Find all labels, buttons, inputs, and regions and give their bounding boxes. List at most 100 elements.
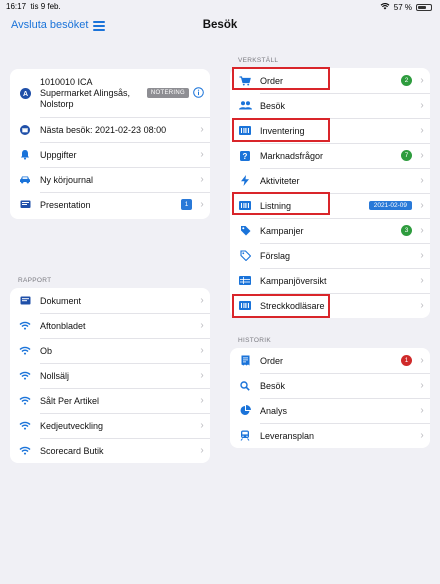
chevron-right-icon: › bbox=[200, 395, 204, 406]
rapport-item-dokument[interactable]: Dokument › bbox=[10, 288, 210, 313]
chevron-right-icon: › bbox=[420, 175, 424, 186]
chevron-right-icon: › bbox=[200, 149, 204, 160]
wifi-report-icon bbox=[10, 446, 40, 455]
cart-icon bbox=[230, 75, 260, 86]
search-icon bbox=[230, 380, 260, 391]
verkstall-card: Order 2 › Besök › Inventering › ? Markna… bbox=[230, 68, 430, 318]
action-order[interactable]: Order 2 › bbox=[230, 68, 430, 93]
wifi-report-icon bbox=[10, 396, 40, 405]
presentation-count-badge: 1 bbox=[181, 199, 192, 210]
document-icon bbox=[10, 296, 40, 305]
question-icon: ? bbox=[230, 150, 260, 161]
action-listning[interactable]: Listning 2021-02-09 › bbox=[230, 193, 430, 218]
barcode-icon bbox=[230, 126, 260, 135]
note-badge[interactable]: NOTERING bbox=[146, 88, 189, 98]
action-aktiviteter[interactable]: Aktiviteter › bbox=[230, 168, 430, 193]
chevron-right-icon: › bbox=[420, 100, 424, 111]
car-icon bbox=[10, 175, 40, 184]
action-inventering[interactable]: Inventering › bbox=[230, 118, 430, 143]
customer-card: A 1010010 ICA Supermarket Alingsås, Nols… bbox=[10, 69, 210, 219]
status-time: 16:17 tis 9 feb. bbox=[6, 2, 61, 11]
barcode-icon bbox=[230, 201, 260, 210]
chevron-right-icon: › bbox=[420, 75, 424, 86]
wifi-report-icon bbox=[10, 346, 40, 355]
new-drivers-log-row[interactable]: Ny körjournal › bbox=[10, 167, 210, 192]
rapport-card: Dokument › Aftonbladet › Ob › Nollsälj ›… bbox=[10, 288, 210, 463]
page-title: Besök bbox=[202, 19, 238, 31]
next-visit-row[interactable]: Nästa besök: 2021-02-23 08:00 › bbox=[10, 117, 210, 142]
history-leveransplan[interactable]: Leveransplan › bbox=[230, 423, 430, 448]
chevron-right-icon: › bbox=[200, 295, 204, 306]
status-right: 57 % bbox=[380, 2, 432, 12]
rapport-item-ob[interactable]: Ob › bbox=[10, 338, 210, 363]
rapport-item-nollsalj[interactable]: Nollsälj › bbox=[10, 363, 210, 388]
chevron-right-icon: › bbox=[200, 420, 204, 431]
chevron-right-icon: › bbox=[200, 370, 204, 381]
presentation-icon bbox=[10, 200, 40, 209]
table-icon bbox=[230, 276, 260, 285]
history-order[interactable]: Order 1 › bbox=[230, 348, 430, 373]
verkstall-header: VERKSTÄLL bbox=[238, 57, 279, 64]
action-streckkodlasare[interactable]: Streckkodläsare › bbox=[230, 293, 430, 318]
listning-date-badge: 2021-02-09 bbox=[368, 201, 412, 210]
info-icon[interactable] bbox=[193, 86, 204, 100]
chevron-right-icon: › bbox=[420, 275, 424, 286]
tasks-row[interactable]: Uppgifter › bbox=[10, 142, 210, 167]
customer-a-icon: A bbox=[10, 87, 40, 99]
chevron-right-icon: › bbox=[420, 300, 424, 311]
navigation-bar: Avsluta besöket Besök bbox=[0, 14, 440, 38]
chevron-right-icon: › bbox=[420, 200, 424, 211]
rapport-item-salt-per-artikel[interactable]: Sålt Per Artikel › bbox=[10, 388, 210, 413]
kampanjer-count-badge: 3 bbox=[401, 225, 412, 236]
status-bar: 16:17 tis 9 feb. 57 % bbox=[0, 0, 440, 14]
tag-icon bbox=[230, 225, 260, 236]
chevron-right-icon: › bbox=[200, 174, 204, 185]
calendar-icon bbox=[10, 124, 40, 135]
wifi-report-icon bbox=[10, 421, 40, 430]
chevron-right-icon: › bbox=[420, 405, 424, 416]
receipt-icon bbox=[230, 355, 260, 366]
bell-icon bbox=[10, 149, 40, 160]
rapport-item-scorecard-butik[interactable]: Scorecard Butik › bbox=[10, 438, 210, 463]
wifi-report-icon bbox=[10, 371, 40, 380]
history-besok[interactable]: Besök › bbox=[230, 373, 430, 398]
historik-card: Order 1 › Besök › Analys › Leveransplan … bbox=[230, 348, 430, 448]
svg-text:?: ? bbox=[243, 152, 248, 161]
chevron-right-icon: › bbox=[200, 445, 204, 456]
chevron-right-icon: › bbox=[200, 320, 204, 331]
presentation-row[interactable]: Presentation 1 › bbox=[10, 192, 210, 217]
train-icon bbox=[230, 430, 260, 441]
svg-text:A: A bbox=[22, 91, 27, 98]
customer-name: 1010010 ICA Supermarket Alingsås, Nolsto… bbox=[40, 76, 131, 109]
chevron-right-icon: › bbox=[420, 125, 424, 136]
order-count-badge: 2 bbox=[401, 75, 412, 86]
action-forslag[interactable]: Förslag › bbox=[230, 243, 430, 268]
lightning-icon bbox=[230, 175, 260, 186]
customer-info-row[interactable]: A 1010010 ICA Supermarket Alingsås, Nols… bbox=[10, 69, 210, 117]
chevron-right-icon: › bbox=[420, 380, 424, 391]
chevron-right-icon: › bbox=[200, 199, 204, 210]
rapport-item-aftonbladet[interactable]: Aftonbladet › bbox=[10, 313, 210, 338]
chevron-right-icon: › bbox=[420, 250, 424, 261]
rapport-item-kedjeutveckling[interactable]: Kedjeutveckling › bbox=[10, 413, 210, 438]
rapport-header: RAPPORT bbox=[18, 277, 52, 284]
marknadsfragor-count-badge: 7 bbox=[401, 150, 412, 161]
action-kampanjer[interactable]: Kampanjer 3 › bbox=[230, 218, 430, 243]
action-kampanjoversikt[interactable]: Kampanjöversikt › bbox=[230, 268, 430, 293]
tag-outline-icon bbox=[230, 250, 260, 261]
chevron-right-icon: › bbox=[200, 124, 204, 135]
wifi-report-icon bbox=[10, 321, 40, 330]
chevron-right-icon: › bbox=[420, 150, 424, 161]
chevron-right-icon: › bbox=[200, 345, 204, 356]
action-besok[interactable]: Besök › bbox=[230, 93, 430, 118]
battery-icon bbox=[416, 3, 432, 11]
history-order-count-badge: 1 bbox=[401, 355, 412, 366]
chevron-right-icon: › bbox=[420, 430, 424, 441]
chevron-right-icon: › bbox=[420, 225, 424, 236]
history-analys[interactable]: Analys › bbox=[230, 398, 430, 423]
barcode-icon bbox=[230, 301, 260, 310]
wifi-icon bbox=[380, 2, 390, 12]
pie-chart-icon bbox=[230, 405, 260, 416]
battery-percent: 57 % bbox=[393, 2, 412, 12]
action-marknadsfragor[interactable]: ? Marknadsfrågor 7 › bbox=[230, 143, 430, 168]
